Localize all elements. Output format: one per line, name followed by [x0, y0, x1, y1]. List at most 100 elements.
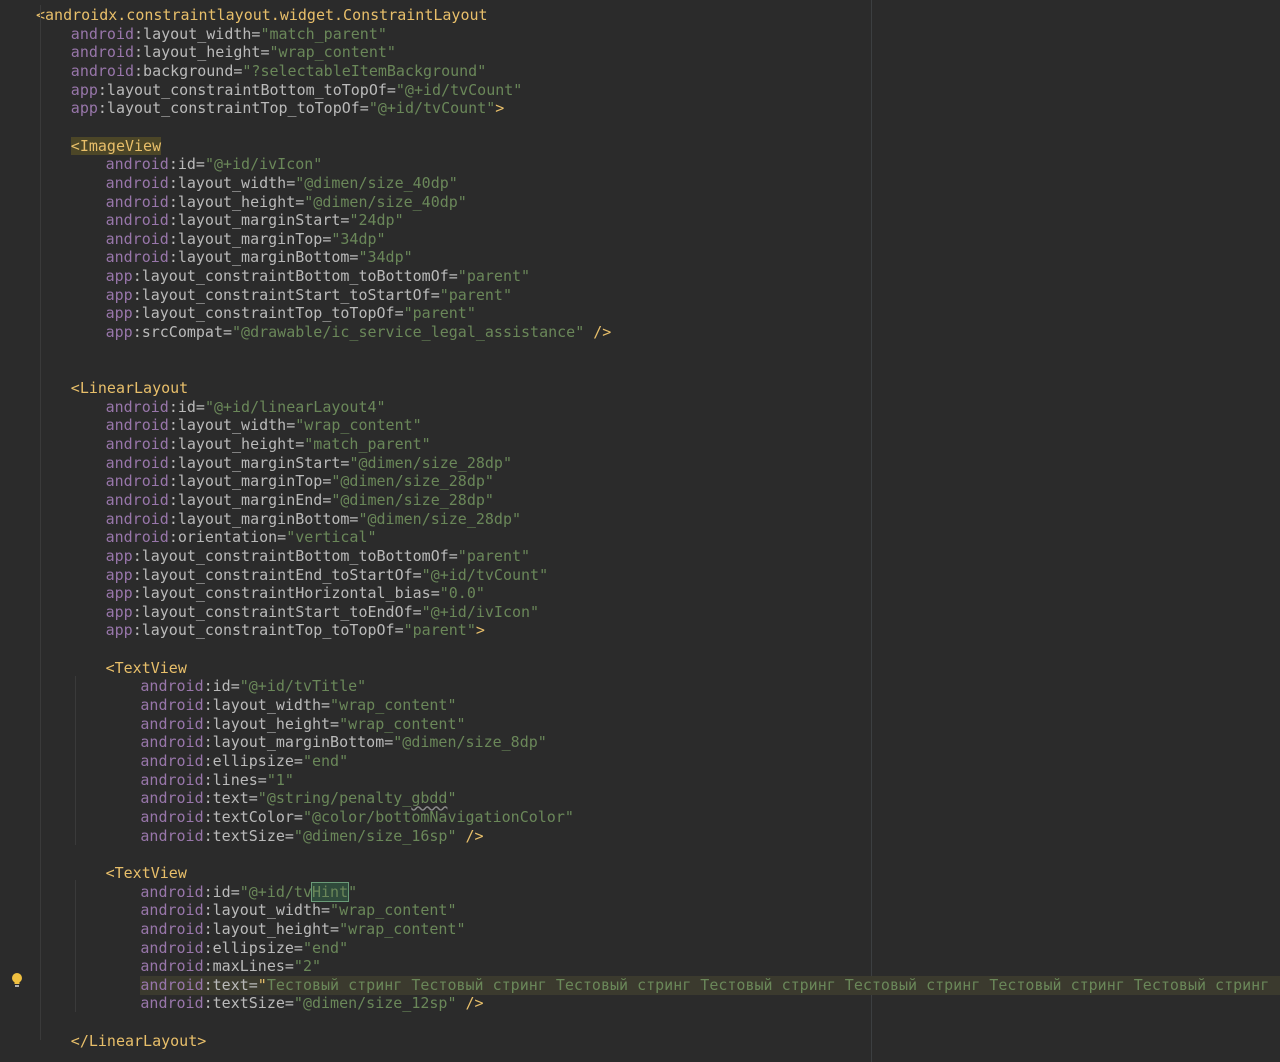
- code-line[interactable]: <TextView: [0, 864, 1280, 883]
- code-line[interactable]: [0, 640, 1280, 659]
- code-line[interactable]: android:layout_marginTop="34dp": [0, 230, 1280, 249]
- code-line[interactable]: <LinearLayout: [0, 379, 1280, 398]
- code-line[interactable]: android:layout_width="wrap_content": [0, 901, 1280, 920]
- code-line[interactable]: app:layout_constraintHorizontal_bias="0.…: [0, 584, 1280, 603]
- code-token: :layout_constraintHorizontal_bias=: [132, 584, 440, 603]
- code-line[interactable]: </LinearLayout>: [0, 1032, 1280, 1051]
- code-line[interactable]: android:layout_marginBottom="34dp": [0, 248, 1280, 267]
- code-line[interactable]: android:layout_height="wrap_content": [0, 920, 1280, 939]
- code-line[interactable]: android:ellipsize="end": [0, 939, 1280, 958]
- code-editor[interactable]: <androidx.constraintlayout.widget.Constr…: [0, 0, 1280, 1062]
- lightbulb-icon[interactable]: [10, 971, 24, 990]
- code-line[interactable]: android:layout_height="wrap_content": [0, 715, 1280, 734]
- code-line-content: android:layout_marginBottom="@dimen/size…: [106, 510, 521, 529]
- code-line[interactable]: [0, 360, 1280, 379]
- code-token: :layout_marginBottom=: [168, 248, 359, 267]
- code-line-content: android:textSize="@dimen/size_16sp" />: [140, 827, 483, 846]
- code-line-content: android:layout_height="wrap_content": [140, 715, 465, 734]
- code-line[interactable]: android:textSize="@dimen/size_16sp" />: [0, 827, 1280, 846]
- code-line[interactable]: android:id="@+id/tvHint": [0, 881, 1280, 902]
- code-token: :layout_height=: [203, 714, 340, 733]
- code-token: :layout_constraintTop_toTopOf=: [132, 304, 404, 323]
- code-line-content: android:layout_height="match_parent": [106, 435, 431, 454]
- code-line[interactable]: android:textSize="@dimen/size_12sp" />: [0, 994, 1280, 1013]
- code-token: Hint: [310, 881, 350, 902]
- code-line[interactable]: [0, 118, 1280, 137]
- code-line-content: android:lines="1": [140, 771, 294, 790]
- code-line[interactable]: android:id="@+id/ivIcon": [0, 155, 1280, 174]
- code-token: :layout_marginBottom=: [203, 733, 394, 752]
- code-line-content: android:layout_marginTop="34dp": [106, 230, 386, 249]
- code-line-content: app:layout_constraintBottom_toBottomOf="…: [106, 547, 530, 566]
- code-line[interactable]: [0, 342, 1280, 361]
- code-line[interactable]: android:layout_height="@dimen/size_40dp": [0, 193, 1280, 212]
- code-line[interactable]: android:layout_width="match_parent": [0, 25, 1280, 44]
- code-token: :background=: [134, 61, 243, 80]
- code-line-content: android:id="@+id/ivIcon": [106, 155, 323, 174]
- code-line[interactable]: android:layout_marginStart="24dp": [0, 211, 1280, 230]
- code-line[interactable]: app:layout_constraintStart_toStartOf="pa…: [0, 286, 1280, 305]
- code-line[interactable]: android:text="@string/penalty_gbdd": [0, 789, 1280, 808]
- code-token: android: [140, 733, 204, 752]
- code-line[interactable]: android:layout_marginStart="@dimen/size_…: [0, 454, 1280, 473]
- code-line[interactable]: android:layout_marginEnd="@dimen/size_28…: [0, 491, 1280, 510]
- code-token: "wrap_content": [330, 901, 457, 920]
- code-token: :id=: [168, 155, 205, 174]
- code-line[interactable]: android:text="Тестовый стринг Тестовый с…: [0, 975, 1280, 995]
- code-token: :layout_height=: [134, 43, 270, 62]
- code-line[interactable]: android:maxLines="2": [0, 957, 1280, 976]
- code-line[interactable]: android:layout_width="wrap_content": [0, 416, 1280, 435]
- code-line[interactable]: android:id="@+id/tvTitle": [0, 677, 1280, 696]
- code-line[interactable]: <ImageView: [0, 136, 1280, 156]
- code-token: :layout_constraintStart_toStartOf=: [132, 285, 440, 304]
- code-line[interactable]: app:layout_constraintTop_toTopOf="parent…: [0, 304, 1280, 323]
- code-token: android: [140, 789, 204, 808]
- code-token: app: [70, 99, 98, 118]
- code-token: android: [140, 919, 204, 938]
- code-token: app: [105, 565, 133, 584]
- code-line-content: app:layout_constraintTop_toTopOf="parent…: [106, 304, 476, 323]
- code-line[interactable]: <TextView: [0, 659, 1280, 678]
- code-token: :layout_marginBottom=: [168, 509, 359, 528]
- code-line[interactable]: app:layout_constraintTop_toTopOf="@+id/t…: [0, 99, 1280, 118]
- code-line-content: <TextView: [106, 659, 187, 678]
- code-line[interactable]: android:orientation="vertical": [0, 528, 1280, 547]
- code-line[interactable]: android:layout_marginBottom="@dimen/size…: [0, 733, 1280, 752]
- code-line[interactable]: app:layout_constraintBottom_toTopOf="@+i…: [0, 81, 1280, 100]
- code-token: "@+id/linearLayout4": [204, 397, 386, 416]
- code-line-content: android:layout_width="match_parent": [71, 25, 387, 44]
- code-token: :id=: [203, 677, 240, 696]
- code-line[interactable]: android:layout_height="wrap_content": [0, 43, 1280, 62]
- code-line[interactable]: android:ellipsize="end": [0, 752, 1280, 771]
- code-line[interactable]: android:layout_height="match_parent": [0, 435, 1280, 454]
- code-token: :maxLines=: [203, 957, 294, 976]
- code-line[interactable]: android:layout_width="@dimen/size_40dp": [0, 174, 1280, 193]
- code-line[interactable]: app:layout_constraintBottom_toBottomOf="…: [0, 547, 1280, 566]
- code-line[interactable]: <androidx.constraintlayout.widget.Constr…: [0, 6, 1280, 25]
- code-token: "0.0": [439, 584, 485, 603]
- code-line[interactable]: android:layout_marginTop="@dimen/size_28…: [0, 472, 1280, 491]
- code-token: app: [105, 304, 133, 323]
- code-line-content: android:layout_marginBottom="@dimen/size…: [140, 733, 546, 752]
- code-line[interactable]: android:layout_marginBottom="@dimen/size…: [0, 510, 1280, 529]
- code-line[interactable]: android:layout_width="wrap_content": [0, 696, 1280, 715]
- code-line[interactable]: [0, 845, 1280, 864]
- code-line[interactable]: android:background="?selectableItemBackg…: [0, 62, 1280, 81]
- code-line[interactable]: android:lines="1": [0, 771, 1280, 790]
- code-line[interactable]: app:layout_constraintTop_toTopOf="parent…: [0, 621, 1280, 640]
- code-line[interactable]: app:srcCompat="@drawable/ic_service_lega…: [0, 323, 1280, 342]
- code-token: :text=: [203, 975, 258, 994]
- code-token: android: [140, 957, 204, 976]
- code-line[interactable]: app:layout_constraintStart_toEndOf="@+id…: [0, 603, 1280, 622]
- code-line[interactable]: app:layout_constraintEnd_toStartOf="@+id…: [0, 566, 1280, 585]
- code-token: app: [105, 285, 133, 304]
- code-token: android: [105, 192, 169, 211]
- code-line[interactable]: app:layout_constraintBottom_toBottomOf="…: [0, 267, 1280, 286]
- code-token: "parent": [403, 304, 476, 323]
- code-line[interactable]: [0, 1013, 1280, 1032]
- code-line[interactable]: android:textColor="@color/bottomNavigati…: [0, 808, 1280, 827]
- code-token: :layout_constraintBottom_toBottomOf=: [132, 546, 458, 565]
- code-token: android: [140, 696, 204, 715]
- code-token: "@+id/tvCount": [368, 99, 496, 118]
- code-line[interactable]: android:id="@+id/linearLayout4": [0, 398, 1280, 417]
